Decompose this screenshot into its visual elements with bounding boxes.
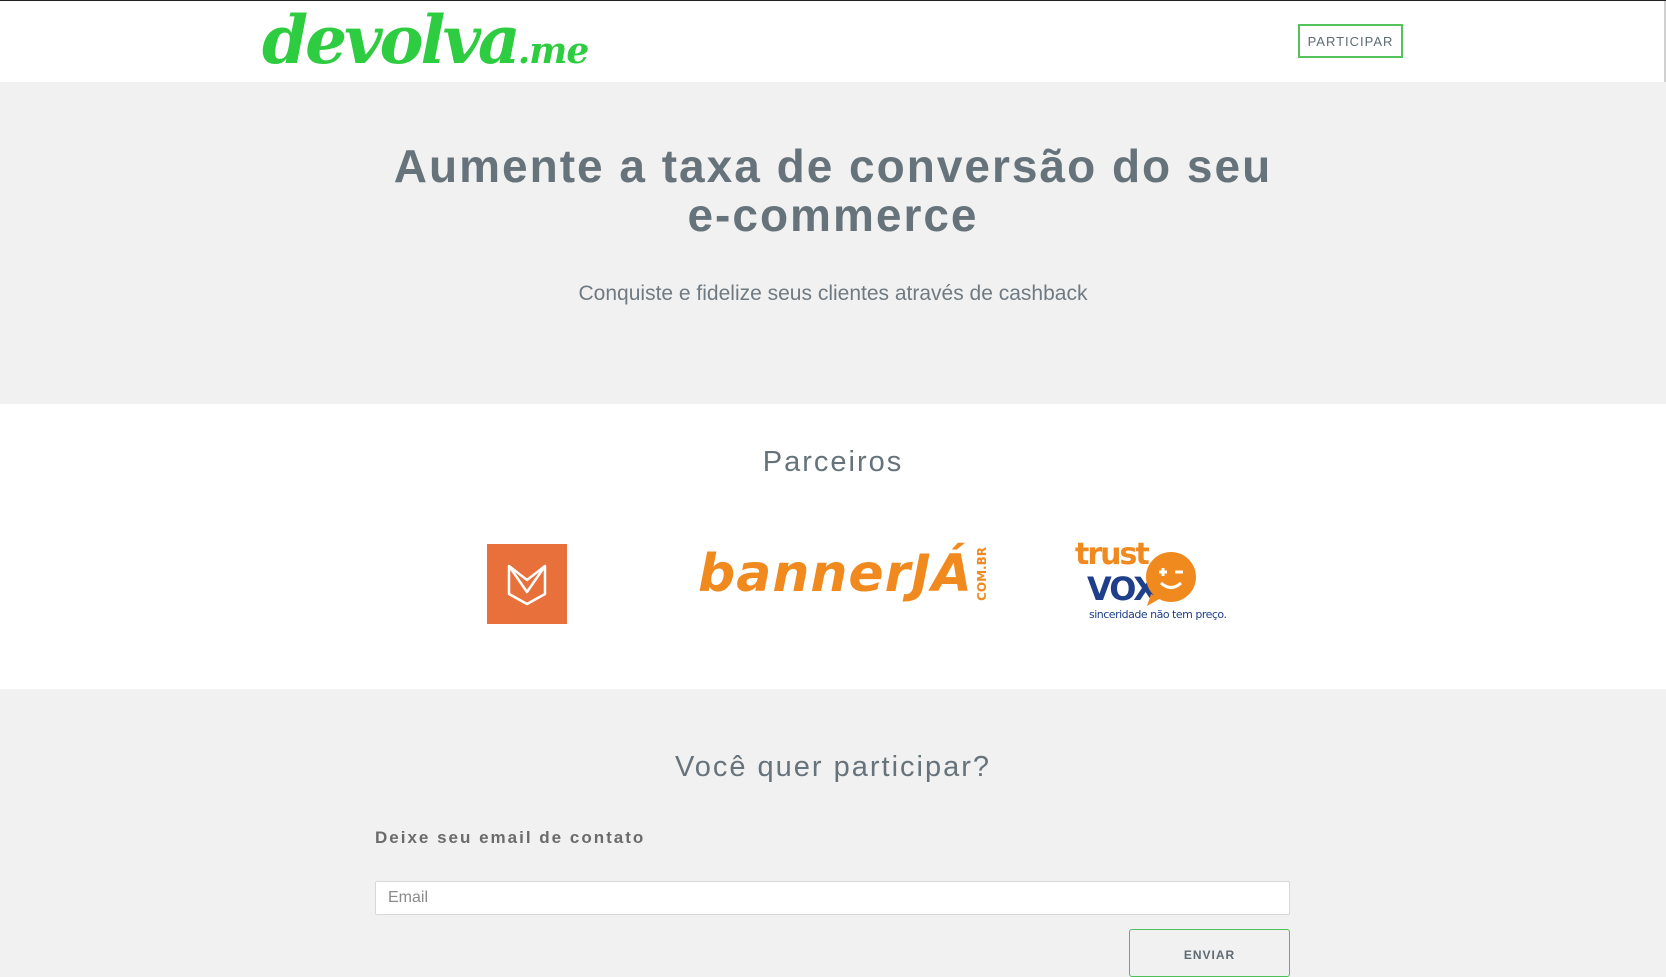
site-header: devolva.me PARTICIPAR — [0, 1, 1666, 82]
trustvox-trust-text: trust — [1075, 537, 1150, 572]
contact-title: Você quer participar? — [674, 751, 992, 783]
partner-logo-trustvox[interactable]: trust VOX sinceridade não tem preço. — [1075, 538, 1227, 624]
hero-title-line2: e-commerce — [687, 189, 979, 241]
smiley-bubble-icon — [1146, 552, 1196, 606]
contact-section: Você quer participar? Deixe seu email de… — [0, 689, 1666, 977]
hero-subtitle: Conquiste e fidelize seus clientes atrav… — [578, 282, 1088, 305]
enviar-button[interactable]: ENVIAR — [1129, 929, 1290, 977]
partners-title: Parceiros — [762, 446, 904, 478]
bannerja-suffix: COM.BR — [974, 547, 989, 601]
email-input[interactable] — [375, 881, 1290, 915]
hero-title-line1: Aumente a taxa de conversão do seu — [393, 140, 1273, 192]
hero-section: Aumente a taxa de conversão do seu e-com… — [0, 82, 1666, 404]
partners-section: Parceiros bannerJÁ COM.BR trust VOX sinc… — [0, 404, 1666, 689]
bannerja-text: bannerJÁ — [698, 544, 973, 604]
logo-main-text: devolva — [262, 1, 521, 79]
partner-logo-fox[interactable] — [487, 544, 567, 624]
participar-button[interactable]: PARTICIPAR — [1298, 24, 1403, 58]
hero-title: Aumente a taxa de conversão do seu e-com… — [333, 142, 1333, 240]
email-label: Deixe seu email de contato — [375, 828, 646, 847]
site-logo[interactable]: devolva.me — [262, 5, 590, 75]
trustvox-tagline: sinceridade não tem preço. — [1089, 608, 1227, 621]
partner-logo-bannerja[interactable]: bannerJÁ COM.BR — [698, 534, 989, 614]
logo-suffix-text: .me — [517, 30, 590, 72]
fox-shield-logo-icon — [487, 544, 567, 624]
